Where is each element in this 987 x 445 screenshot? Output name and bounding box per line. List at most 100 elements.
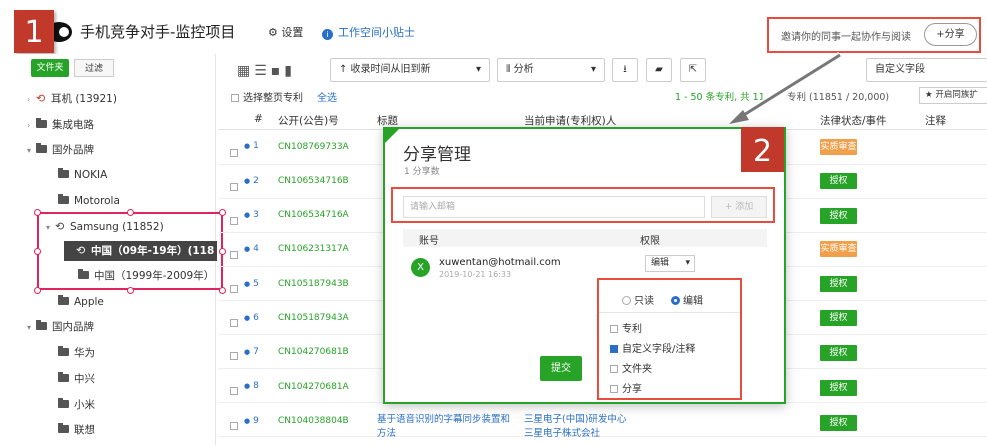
sidebar-item-lenovo[interactable]: 联想 bbox=[58, 420, 95, 440]
row-pub-no[interactable]: CN106534716A bbox=[278, 210, 349, 220]
tab-folders[interactable]: 文件夹 bbox=[31, 59, 69, 77]
radio-selected-icon bbox=[671, 296, 680, 305]
item-label: 联想 bbox=[74, 424, 95, 436]
annotation-arrow bbox=[729, 52, 842, 124]
analyze-label: 分析 bbox=[513, 64, 534, 75]
status-badge: 授权 bbox=[820, 276, 857, 292]
share-button[interactable]: +分享 bbox=[924, 23, 977, 46]
sidebar-item-xiaomi[interactable]: 小米 bbox=[58, 395, 95, 415]
sidebar-item-nokia[interactable]: NOKIA bbox=[58, 165, 107, 185]
row-title-line2[interactable]: 方法 bbox=[377, 427, 396, 441]
selection-highlight bbox=[37, 212, 223, 290]
row-checkbox[interactable] bbox=[230, 422, 238, 430]
row-title-line1[interactable]: 基于语音识别的字幕同步装置和 bbox=[377, 413, 510, 427]
row-checkbox[interactable] bbox=[230, 319, 238, 327]
row-checkbox[interactable] bbox=[230, 285, 238, 293]
perm-share-checkbox[interactable]: 分享 bbox=[610, 380, 642, 395]
row-checkbox[interactable] bbox=[230, 352, 238, 360]
row-pub-no[interactable]: CN104270681A bbox=[278, 382, 349, 392]
folder-icon bbox=[36, 118, 47, 128]
row-pub-no[interactable]: CN108769733A bbox=[278, 142, 349, 152]
row-checkbox[interactable] bbox=[230, 183, 238, 191]
workspace-tips-link[interactable]: i 工作空间小贴士 bbox=[322, 24, 415, 40]
status-badge: 授权 bbox=[820, 173, 857, 189]
perm-patent-checkbox[interactable]: 专利 bbox=[610, 320, 642, 335]
sidebar-item-foreign[interactable]: ▾ 国外品牌 bbox=[27, 140, 94, 160]
share-count: 1 分享数 bbox=[404, 167, 440, 177]
row-pub-no[interactable]: CN105187943A bbox=[278, 313, 349, 323]
col-notes[interactable]: 注释 bbox=[925, 113, 946, 128]
row-applicant-line1[interactable]: 三星电子(中国)研发中心 bbox=[524, 413, 626, 427]
email-input[interactable]: 请输入邮箱 bbox=[403, 196, 705, 218]
read-only-radio[interactable]: 只读 bbox=[622, 292, 654, 307]
col-title[interactable]: 标题 bbox=[377, 113, 398, 128]
folder-icon bbox=[58, 346, 69, 356]
view-switch-icons[interactable]: ▦☰▪▮ bbox=[237, 63, 296, 79]
read-only-label: 只读 bbox=[634, 296, 654, 307]
resize-handle bbox=[34, 248, 41, 255]
settings-label: 设置 bbox=[281, 26, 304, 39]
edit-radio[interactable]: 编辑 bbox=[671, 292, 703, 307]
resize-handle bbox=[127, 287, 134, 294]
row-checkbox[interactable] bbox=[230, 251, 238, 259]
folder-icon bbox=[58, 168, 69, 178]
row-checkbox[interactable] bbox=[230, 217, 238, 225]
select-page-label: 选择整页专利 bbox=[243, 93, 303, 104]
status-badge: 授权 bbox=[820, 380, 857, 396]
row-pub-no[interactable]: CN104038804B bbox=[278, 416, 349, 426]
dialog-corner-accent bbox=[383, 127, 401, 145]
tab-filter[interactable]: 过滤 bbox=[74, 59, 114, 77]
shared-email: xuwentan@hotmail.com bbox=[439, 257, 561, 268]
sidebar-item-zte[interactable]: 中兴 bbox=[58, 369, 95, 389]
family-expand-button[interactable]: ★ 开启同族扩 bbox=[919, 87, 987, 104]
permission-select-label: 编辑 bbox=[651, 258, 670, 268]
row-pub-no[interactable]: CN106534716B bbox=[278, 176, 349, 186]
sidebar-item-huawei[interactable]: 华为 bbox=[58, 343, 95, 363]
perm-folder-checkbox[interactable]: 文件夹 bbox=[610, 360, 652, 375]
status-badge: 授权 bbox=[820, 208, 857, 224]
gear-icon: ⚙ bbox=[268, 26, 282, 39]
info-icon: i bbox=[322, 29, 333, 40]
sidebar-item-motorola[interactable]: Motorola bbox=[58, 191, 120, 211]
row-number: 9 bbox=[244, 416, 259, 426]
row-checkbox[interactable] bbox=[230, 387, 238, 395]
tips-label: 工作空间小贴士 bbox=[338, 26, 415, 39]
row-applicant-line2[interactable]: 三星电子株式会社 bbox=[524, 427, 600, 441]
custom-field-dropdown[interactable]: 自定义字段 bbox=[866, 58, 987, 82]
folder-add-icon[interactable]: ▰ bbox=[646, 58, 672, 82]
analyze-dropdown[interactable]: ⦀ 分析 ▾ bbox=[497, 58, 605, 82]
settings-button[interactable]: ⚙ 设置 bbox=[268, 24, 303, 40]
select-all-link[interactable]: 全选 bbox=[317, 89, 337, 104]
sort-label: ↑ 收录时间从旧到新 bbox=[339, 64, 431, 75]
sidebar-item-apple[interactable]: Apple bbox=[58, 292, 104, 312]
col-applicant[interactable]: 当前申请(专利权)人 bbox=[524, 113, 616, 128]
item-label: NOKIA bbox=[74, 169, 108, 181]
row-pub-no[interactable]: CN104270681B bbox=[278, 347, 349, 357]
sidebar-item-earphones[interactable]: › ⟲ 耳机 (13921) bbox=[27, 89, 117, 109]
checkbox-icon bbox=[610, 385, 618, 393]
row-checkbox[interactable] bbox=[230, 149, 238, 157]
download-icon[interactable]: ⭳ bbox=[612, 58, 638, 82]
chevron-down-icon: ▾ bbox=[27, 146, 32, 155]
sidebar-item-ic[interactable]: › 集成电路 bbox=[27, 115, 94, 135]
sort-dropdown[interactable]: ↑ 收录时间从旧到新 ▾ bbox=[330, 58, 490, 82]
sidebar-item-domestic[interactable]: ▾ 国内品牌 bbox=[27, 317, 94, 337]
add-button[interactable]: + 添加 bbox=[711, 196, 767, 218]
row-pub-no[interactable]: CN105187943B bbox=[278, 279, 349, 289]
step-badge-1: 1 bbox=[14, 10, 54, 53]
status-badge: 实质审查 bbox=[820, 139, 857, 155]
perm-custom-field-checkbox[interactable]: 自定义字段/注释 bbox=[610, 340, 695, 355]
resize-handle bbox=[34, 287, 41, 294]
chevron-down-icon: ▾ bbox=[685, 258, 690, 268]
col-pub-no[interactable]: 公开(公告)号 bbox=[278, 113, 339, 128]
row-pub-no[interactable]: CN106231317A bbox=[278, 244, 349, 254]
select-page-checkbox[interactable]: 选择整页专利 bbox=[231, 89, 303, 104]
row-number: 2 bbox=[244, 176, 259, 186]
chevron-right-icon: › bbox=[27, 121, 31, 130]
permission-select[interactable]: 编辑 ▾ bbox=[645, 255, 695, 272]
submit-button[interactable]: 提交 bbox=[540, 356, 582, 381]
option-label: 专利 bbox=[622, 324, 642, 335]
account-column-label: 账号 bbox=[419, 236, 439, 247]
checkbox-icon bbox=[610, 325, 618, 333]
export-icon[interactable]: ⇱ bbox=[680, 58, 706, 82]
